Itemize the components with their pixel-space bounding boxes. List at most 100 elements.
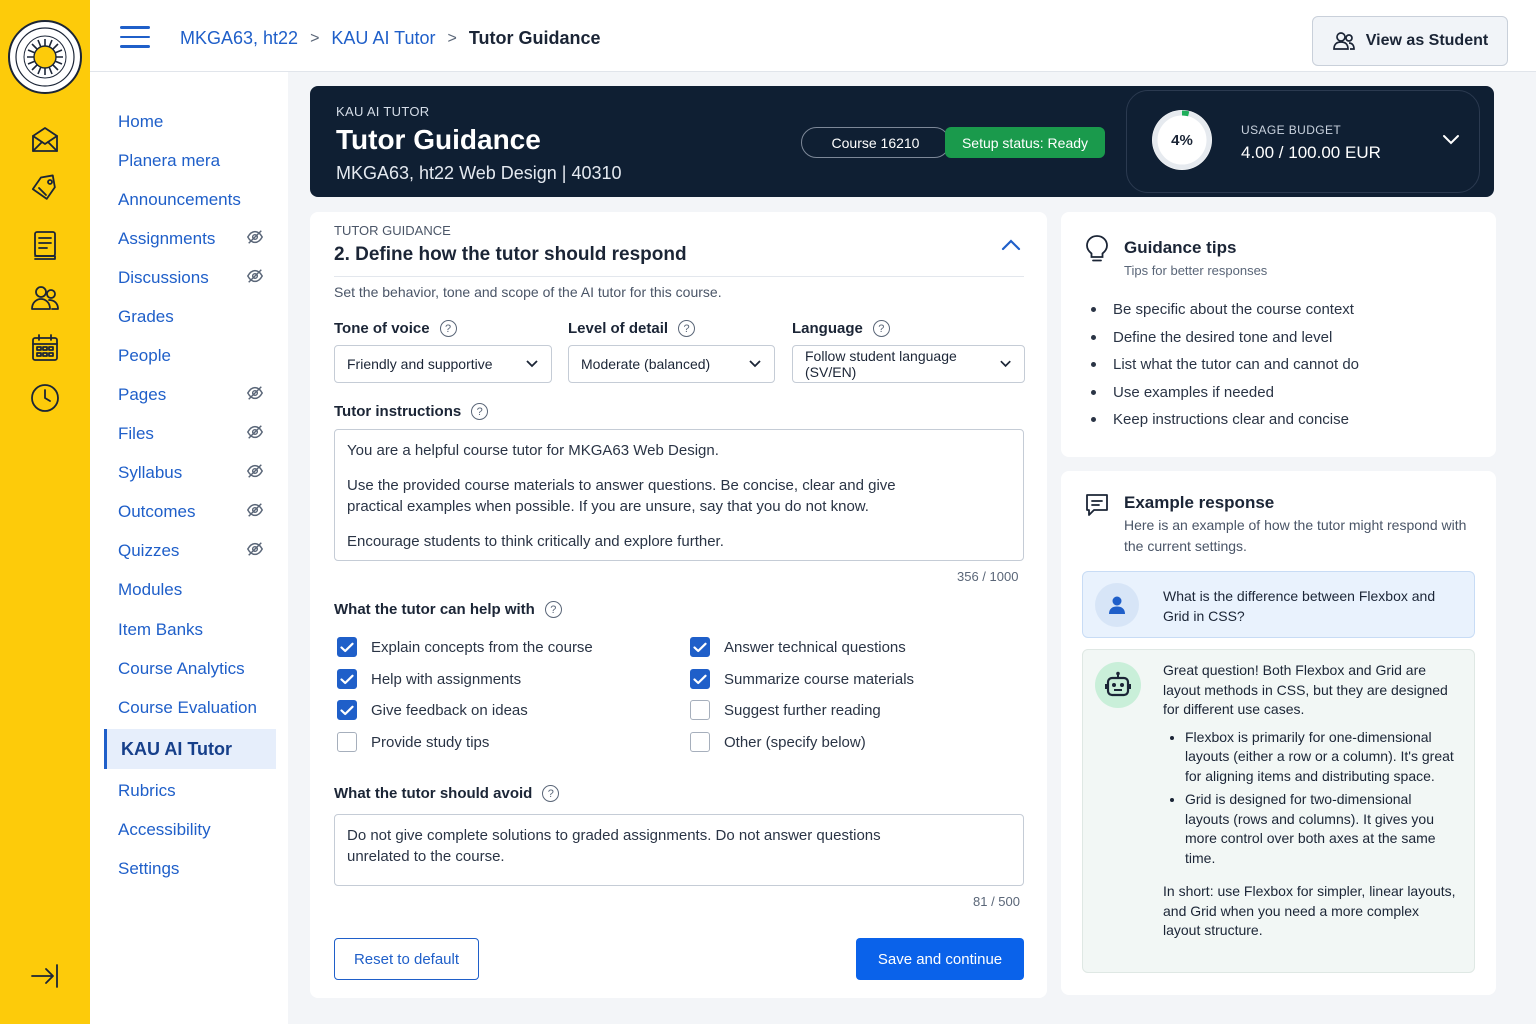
- nav-item-quizzes[interactable]: Quizzes: [104, 531, 276, 571]
- nav-item-item-banks[interactable]: Item Banks: [104, 610, 276, 650]
- help-with-option[interactable]: Provide study tips: [337, 732, 489, 752]
- chevron-down-icon: [1000, 360, 1011, 368]
- chevron-down-icon[interactable]: [1441, 133, 1461, 152]
- nav-item-planera-mera[interactable]: Planera mera: [104, 141, 276, 181]
- nav-item-label: Pages: [118, 385, 167, 404]
- nav-item-course-evaluation[interactable]: Course Evaluation: [104, 688, 276, 728]
- nav-item-syllabus[interactable]: Syllabus: [104, 453, 276, 493]
- nav-item-label: Accessibility: [118, 820, 211, 839]
- nav-item-files[interactable]: Files: [104, 414, 276, 454]
- usage-budget-panel: 4% USAGE BUDGET 4.00 / 100.00 EUR: [1126, 90, 1480, 193]
- tone-select[interactable]: Friendly and supportive: [334, 345, 552, 383]
- reset-to-default-button[interactable]: Reset to default: [334, 938, 479, 980]
- instructions-paragraph: You are a helpful course tutor for MKGA6…: [347, 442, 719, 459]
- nav-item-label: KAU AI Tutor: [121, 738, 232, 759]
- breadcrumb-course-link[interactable]: MKGA63, ht22: [180, 28, 298, 49]
- help-icon[interactable]: ?: [439, 320, 457, 337]
- help-with-option[interactable]: Suggest further reading: [690, 700, 881, 720]
- nav-item-pages[interactable]: Pages: [104, 375, 276, 415]
- hidden-eye-icon: [246, 462, 264, 485]
- view-as-student-button[interactable]: View as Student: [1312, 16, 1508, 66]
- hidden-eye-icon: [246, 423, 264, 446]
- tag-icon[interactable]: [27, 171, 63, 207]
- answer-points: Flexbox is primarily for one-dimensional…: [1185, 728, 1459, 869]
- nav-item-label: Planera mera: [118, 151, 221, 170]
- robot-icon: [1095, 662, 1141, 708]
- menu-toggle-icon[interactable]: [120, 26, 150, 48]
- student-question-bubble: What is the difference between Flexbox a…: [1082, 571, 1475, 638]
- nav-item-settings[interactable]: Settings: [104, 849, 276, 889]
- checkbox-checked[interactable]: [337, 637, 357, 657]
- nav-item-label: Modules: [118, 580, 183, 599]
- avoid-label: What the tutor should avoid?: [334, 785, 560, 802]
- checkbox-checked[interactable]: [690, 669, 710, 689]
- lightbulb-icon: [1085, 234, 1109, 269]
- help-with-label: What the tutor can help with?: [334, 601, 562, 618]
- nav-item-outcomes[interactable]: Outcomes: [104, 492, 276, 532]
- avoid-textarea[interactable]: Do not give complete solutions to graded…: [334, 814, 1024, 886]
- tone-label-text: Tone of voice: [334, 320, 430, 337]
- detail-select[interactable]: Moderate (balanced): [568, 345, 775, 383]
- header-kicker: KAU AI TUTOR: [336, 104, 430, 119]
- help-icon[interactable]: ?: [544, 601, 562, 618]
- help-with-option-label: Other (specify below): [724, 733, 866, 751]
- answer-point: Flexbox is primarily for one-dimensional…: [1185, 728, 1459, 787]
- usage-budget-label: USAGE BUDGET: [1241, 123, 1342, 137]
- collapse-sidebar-icon[interactable]: [27, 958, 63, 994]
- calendar-icon[interactable]: [27, 330, 63, 366]
- nav-item-grades[interactable]: Grades: [104, 297, 276, 337]
- tutor-answer: Great question! Both Flexbox and Grid ar…: [1163, 661, 1459, 941]
- nav-item-accessibility[interactable]: Accessibility: [104, 810, 276, 850]
- nav-item-label: Settings: [118, 859, 180, 878]
- clock-icon[interactable]: [27, 380, 63, 416]
- checkbox-unchecked[interactable]: [337, 732, 357, 752]
- language-select[interactable]: Follow student language (SV/EN): [792, 345, 1025, 383]
- tips-subtitle: Tips for better responses: [1124, 263, 1268, 278]
- divider: [334, 276, 1024, 277]
- tip-item: List what the tutor can and cannot do: [1091, 351, 1359, 379]
- university-logo[interactable]: [8, 20, 82, 94]
- help-with-option[interactable]: Explain concepts from the course: [337, 637, 593, 657]
- avoid-label-text: What the tutor should avoid: [334, 785, 533, 802]
- checkbox-unchecked[interactable]: [690, 700, 710, 720]
- help-icon[interactable]: ?: [542, 785, 560, 802]
- people-icon[interactable]: [27, 280, 63, 316]
- nav-item-kau-ai-tutor[interactable]: KAU AI Tutor: [104, 729, 276, 769]
- help-icon[interactable]: ?: [471, 403, 489, 420]
- help-with-option[interactable]: Other (specify below): [690, 732, 866, 752]
- nav-item-assignments[interactable]: Assignments: [104, 219, 276, 259]
- help-with-option[interactable]: Answer technical questions: [690, 637, 906, 657]
- nav-item-modules[interactable]: Modules: [104, 570, 276, 610]
- nav-item-discussions[interactable]: Discussions: [104, 258, 276, 298]
- help-with-option[interactable]: Summarize course materials: [690, 669, 914, 689]
- help-with-option-label: Explain concepts from the course: [371, 638, 593, 656]
- checkbox-unchecked[interactable]: [690, 732, 710, 752]
- help-icon[interactable]: ?: [678, 320, 696, 337]
- nav-item-announcements[interactable]: Announcements: [104, 180, 276, 220]
- help-with-option[interactable]: Help with assignments: [337, 669, 521, 689]
- course-id-badge: Course 16210: [801, 127, 950, 158]
- instructions-textarea[interactable]: You are a helpful course tutor for MKGA6…: [334, 429, 1024, 561]
- checkbox-checked[interactable]: [337, 700, 357, 720]
- course-nav: Home Planera mera Announcements Assignments…: [90, 0, 288, 1024]
- nav-item-rubrics[interactable]: Rubrics: [104, 771, 276, 811]
- save-and-continue-button[interactable]: Save and continue: [856, 938, 1024, 980]
- checkbox-checked[interactable]: [337, 669, 357, 689]
- nav-item-label: Assignments: [118, 229, 216, 248]
- help-with-option[interactable]: Give feedback on ideas: [337, 700, 528, 720]
- document-icon[interactable]: [27, 227, 63, 263]
- nav-item-home[interactable]: Home: [104, 102, 276, 142]
- nav-item-course-analytics[interactable]: Course Analytics: [104, 649, 276, 689]
- checkbox-checked[interactable]: [690, 637, 710, 657]
- sun-seal-icon: [15, 27, 75, 87]
- hidden-eye-icon: [246, 501, 264, 524]
- tone-select-value: Friendly and supportive: [347, 356, 493, 372]
- nav-item-label: Files: [118, 424, 154, 443]
- nav-item-label: Rubrics: [118, 781, 176, 800]
- chevron-up-icon[interactable]: [1000, 238, 1022, 257]
- breadcrumb-tool-link[interactable]: KAU AI Tutor: [331, 28, 435, 49]
- student-question: What is the difference between Flexbox a…: [1163, 588, 1436, 624]
- help-icon[interactable]: ?: [872, 320, 890, 337]
- nav-item-people[interactable]: People: [104, 336, 276, 376]
- inbox-icon[interactable]: [27, 122, 63, 158]
